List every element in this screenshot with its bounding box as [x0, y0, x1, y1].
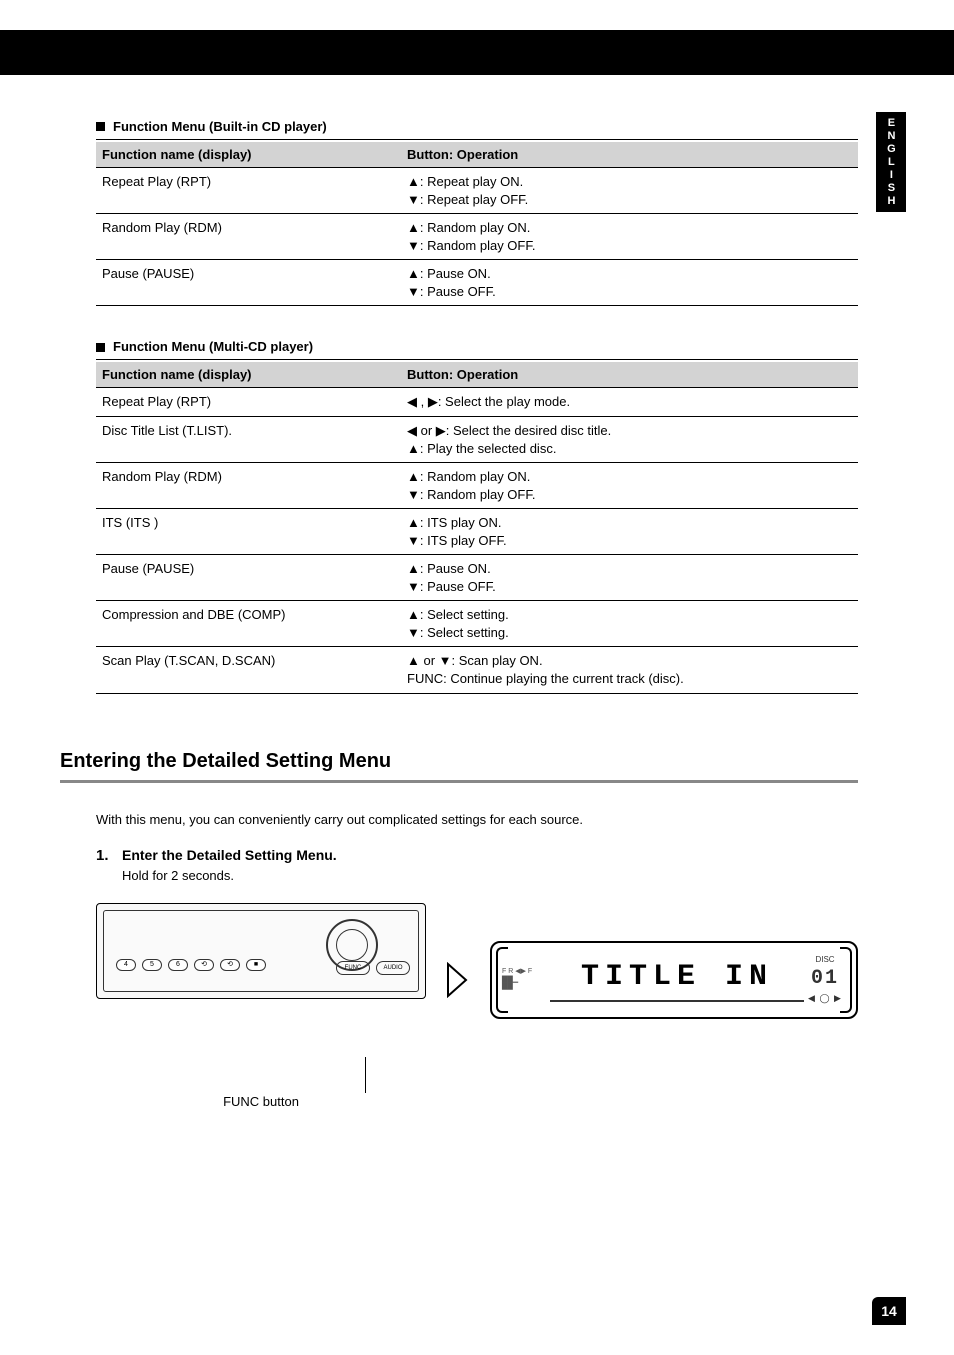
section-title-cd: Function Menu (Built-in CD player) [96, 118, 858, 140]
lcd-bracket [496, 947, 508, 1013]
lcd-main-text: TITLE IN [550, 957, 804, 1002]
cell-func: Pause (PAUSE) [96, 260, 401, 306]
pointer-label: FUNC button [96, 1093, 426, 1111]
lcd-display: F R ◀▶ F▇▇▁▇▇ TITLE IN DISC 01 ◀ ◯ ▶ [490, 941, 858, 1019]
cell-ops: ▲: Repeat play ON.▼: Repeat play OFF. [401, 168, 858, 214]
preset-button: ⟲ [220, 959, 240, 971]
preset-button: ■ [246, 959, 266, 971]
step-text: Enter the Detailed Setting Menu. [122, 846, 858, 865]
page-number: 14 [872, 1297, 906, 1325]
main-content: Function Menu (Built-in CD player) Funct… [96, 100, 858, 1057]
func-button: FUNC [336, 961, 370, 975]
description: With this menu, you can conveniently car… [96, 811, 858, 829]
figure-row: 4 5 6 ⟲ ⟲ ■ FUNC AUDIO FUNC button [96, 903, 858, 1057]
table-multi: Function name (display) Button: Operatio… [96, 362, 858, 694]
table-row: Compression and DBE (COMP)▲: Select sett… [96, 601, 858, 647]
step-sub: Hold for 2 seconds. [122, 867, 858, 885]
device-inner: 4 5 6 ⟲ ⟲ ■ FUNC AUDIO [103, 910, 419, 992]
cell-func: Repeat Play (RPT) [96, 168, 401, 214]
language-text: ENGLISH [884, 117, 899, 208]
header-black-bar [0, 30, 954, 75]
table-header-func: Function name (display) [96, 142, 401, 168]
table-row: Random Play (RDM) ▲: Random play ON.▼: R… [96, 214, 858, 260]
table-header-func: Function name (display) [96, 362, 401, 388]
pointer-line [365, 1057, 366, 1093]
table-row: Pause (PAUSE) ▲: Pause ON.▼: Pause OFF. [96, 260, 858, 306]
table-row: Repeat Play (RPT) ▲: Repeat play ON.▼: R… [96, 168, 858, 214]
heading-text: Entering the Detailed Setting Menu [60, 748, 858, 775]
table-row: Scan Play (T.SCAN, D.SCAN)▲ or ▼: Scan p… [96, 647, 858, 693]
preset-button: 4 [116, 959, 136, 971]
language-tab: ENGLISH [876, 112, 906, 212]
cell-ops: ▲: Random play ON.▼: Random play OFF. [401, 214, 858, 260]
step-block: 1. Enter the Detailed Setting Menu. Hold… [96, 846, 858, 884]
table-row: ITS (ITS )▲: ITS play ON.▼: ITS play OFF… [96, 509, 858, 555]
bullet-square [96, 343, 105, 352]
table-row: Repeat Play (RPT)◀ , ▶: Select the play … [96, 388, 858, 417]
bullet-square [96, 122, 105, 131]
preset-button: 6 [168, 959, 188, 971]
section-title-text: Function Menu (Multi-CD player) [113, 338, 313, 356]
lcd-indicators: F R ◀▶ F▇▇▁▇▇ [502, 968, 550, 991]
figure-left-wrap: 4 5 6 ⟲ ⟲ ■ FUNC AUDIO FUNC button [96, 903, 426, 1057]
cell-func: Random Play (RDM) [96, 214, 401, 260]
table-header-btn: Button: Operation [401, 362, 858, 388]
heading-block: Entering the Detailed Setting Menu [60, 748, 858, 783]
preset-button: ⟲ [194, 959, 214, 971]
lcd-bracket [840, 947, 852, 1013]
audio-button: AUDIO [376, 961, 410, 975]
step-number: 1. [96, 846, 122, 884]
section-title-multi: Function Menu (Multi-CD player) [96, 338, 858, 360]
preset-button: 5 [142, 959, 162, 971]
table-row: Disc Title List (T.LIST).◀ or ▶: Select … [96, 417, 858, 463]
device-panel: 4 5 6 ⟲ ⟲ ■ FUNC AUDIO [96, 903, 426, 999]
button-row: 4 5 6 ⟲ ⟲ ■ [116, 959, 308, 971]
table-row: Pause (PAUSE)▲: Pause ON.▼: Pause OFF. [96, 555, 858, 601]
table-header-btn: Button: Operation [401, 142, 858, 168]
section-title-text: Function Menu (Built-in CD player) [113, 118, 327, 136]
arrow-right-icon [446, 962, 470, 998]
table-cd: Function name (display) Button: Operatio… [96, 142, 858, 307]
table-row: Random Play (RDM)▲: Random play ON.▼: Ra… [96, 463, 858, 509]
cell-ops: ▲: Pause ON.▼: Pause OFF. [401, 260, 858, 306]
